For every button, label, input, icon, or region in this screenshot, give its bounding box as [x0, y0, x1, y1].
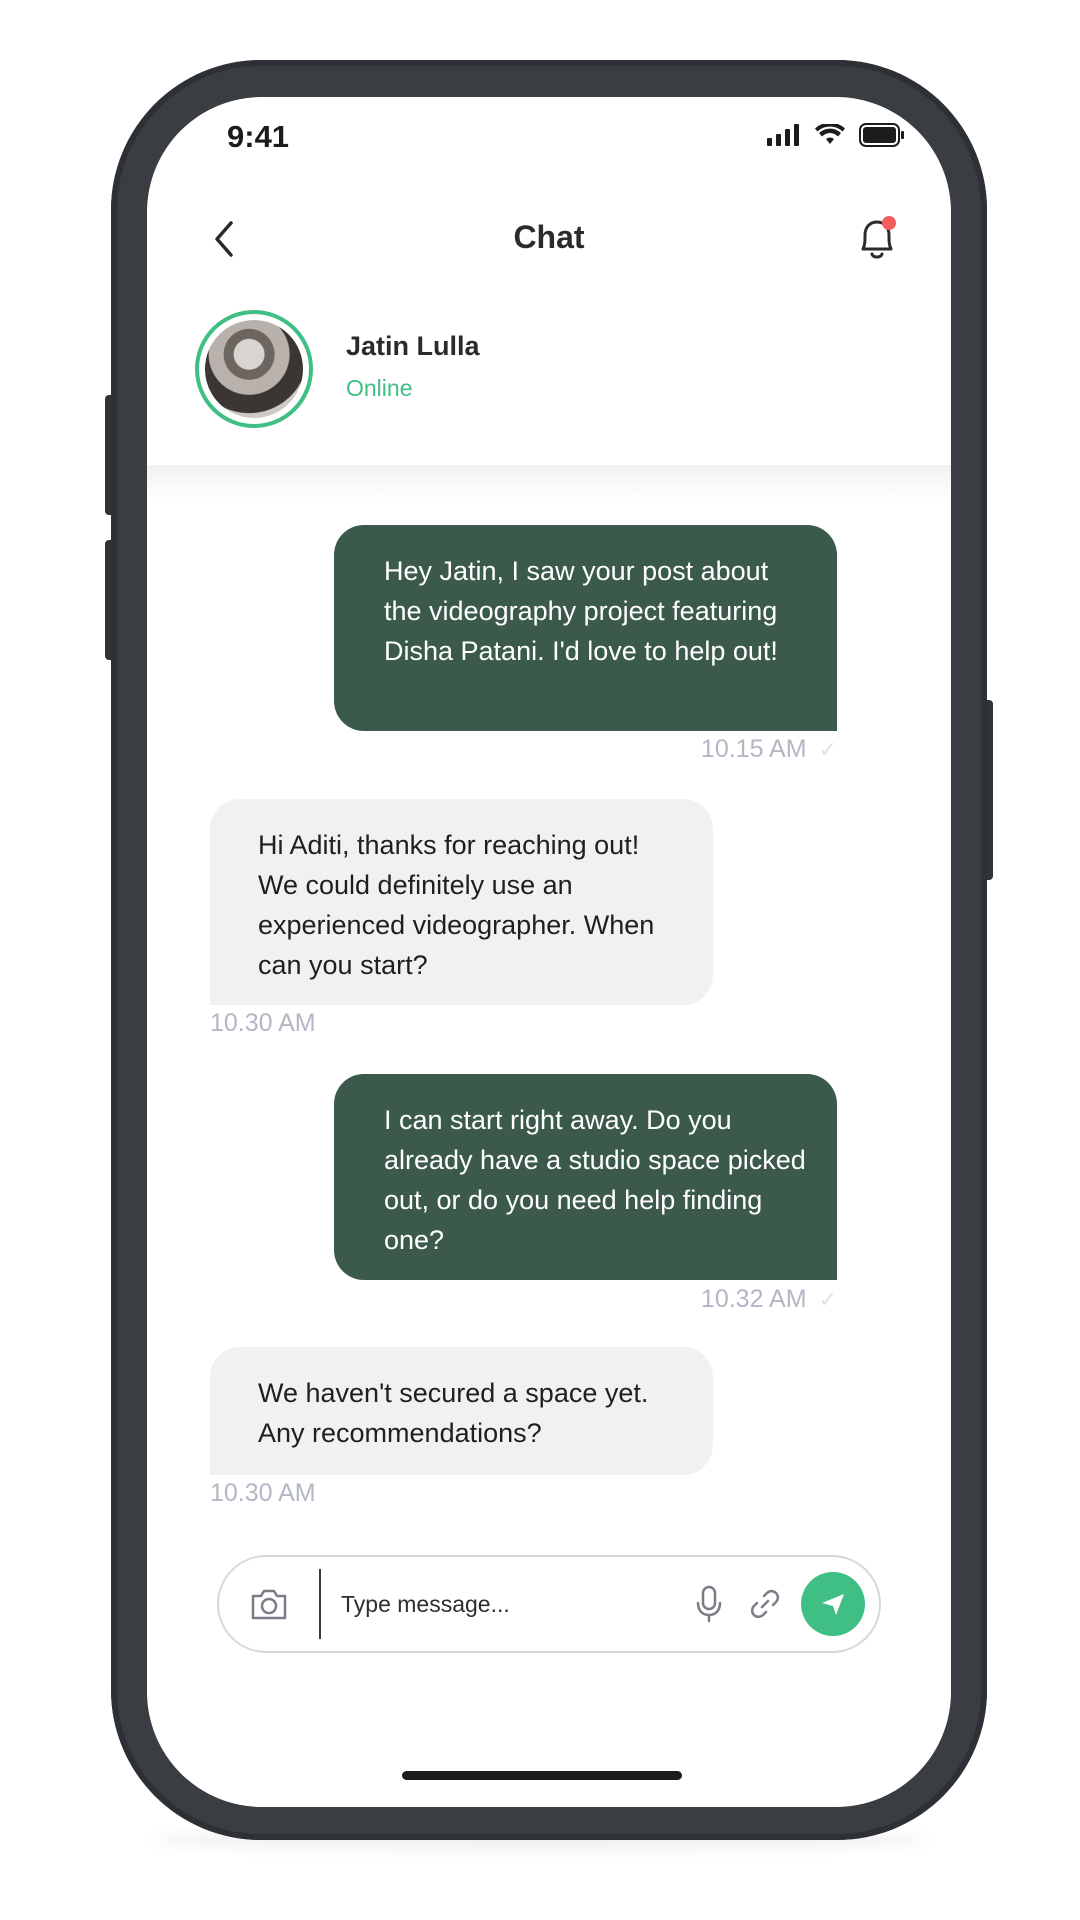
message-bubble-received: Hi Aditi, thanks for reaching out! We co…	[210, 799, 713, 1005]
message-time: 10.15 AM ✓	[701, 735, 837, 764]
camera-button[interactable]	[219, 1557, 319, 1651]
avatar-photo	[205, 320, 303, 418]
send-icon	[822, 1594, 844, 1615]
message-bubble-received: We haven't secured a space yet. Any reco…	[210, 1347, 713, 1475]
status-time: 9:41	[227, 119, 290, 154]
wifi-icon	[815, 124, 845, 144]
camera-icon	[251, 1589, 287, 1620]
contact-status: Online	[346, 375, 413, 401]
message-time: 10.32 AM ✓	[701, 1285, 837, 1314]
home-indicator[interactable]	[402, 1771, 682, 1780]
link-icon	[750, 1589, 780, 1619]
notification-dot	[882, 216, 896, 230]
message-time-label: 10.30 AM	[210, 1009, 316, 1037]
message-input[interactable]	[321, 1589, 681, 1619]
battery-icon	[859, 123, 904, 147]
message-time-label: 10.32 AM	[700, 1285, 807, 1313]
microphone-icon	[696, 1585, 722, 1623]
notifications-button[interactable]	[853, 213, 901, 265]
check-icon: ✓	[818, 1286, 837, 1312]
avatar[interactable]	[195, 310, 313, 428]
message-composer	[217, 1555, 881, 1653]
phone-screen: 9:41 Chat Jatin Lulla Online Hey Jatin, …	[147, 97, 951, 1807]
status-icons	[767, 123, 905, 147]
bell-icon	[861, 216, 896, 259]
send-button[interactable]	[801, 1572, 865, 1636]
check-icon: ✓	[818, 736, 837, 762]
message-time-label: 10.30 AM	[210, 1479, 316, 1507]
message-bubble-sent: Hey Jatin, I saw your post about the vid…	[334, 525, 837, 731]
signal-icon	[767, 124, 799, 146]
message-bubble-sent: I can start right away. Do you already h…	[334, 1074, 837, 1280]
voice-button[interactable]	[681, 1576, 737, 1632]
header-divider	[147, 465, 951, 501]
message-time-label: 10.15 AM	[700, 735, 807, 763]
attach-link-button[interactable]	[737, 1576, 793, 1632]
contact-name: Jatin Lulla	[346, 331, 480, 361]
page-title: Chat	[513, 219, 585, 255]
